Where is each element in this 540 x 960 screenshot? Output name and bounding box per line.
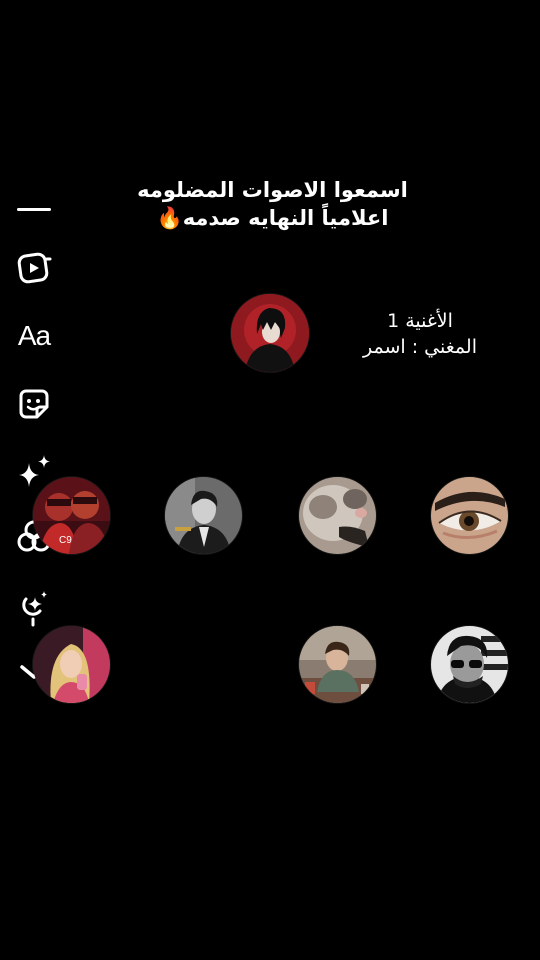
avatar-man-sunglasses-bw[interactable] <box>431 626 508 703</box>
avatar-cat-closeup[interactable] <box>299 477 376 554</box>
collapse-line-icon[interactable] <box>12 190 56 230</box>
clip-play-icon[interactable] <box>12 248 56 288</box>
avatar-boy-cafe[interactable] <box>299 626 376 703</box>
song-info: الأغنية 1 المغني : اسمر <box>340 308 500 360</box>
caption-line-1: اسمعوا الاصوات المضلومه <box>137 178 408 202</box>
text-tool-button[interactable]: Aa <box>12 316 56 356</box>
featured-singer-avatar[interactable] <box>231 294 309 372</box>
song-title: الأغنية 1 <box>387 310 453 332</box>
song-singer: المغني : اسمر <box>363 336 477 358</box>
sticker-icon[interactable] <box>12 384 56 424</box>
caption-line-2: اعلامياً النهايه صدمه🔥 <box>156 206 389 230</box>
avatar-eye-closeup[interactable] <box>431 477 508 554</box>
story-edit-toolbar: Aa <box>12 196 56 696</box>
text-tool-label: Aa <box>17 320 51 351</box>
avatar-couple-red[interactable]: C9 <box>33 477 110 554</box>
svg-text:C9: C9 <box>59 535 72 546</box>
avatar-man-suit-bw[interactable] <box>165 477 242 554</box>
mic-sparkle-icon[interactable] <box>12 588 56 628</box>
avatar-blonde-woman[interactable] <box>33 626 110 703</box>
story-caption: اسمعوا الاصوات المضلومه اعلامياً النهايه… <box>100 176 445 232</box>
